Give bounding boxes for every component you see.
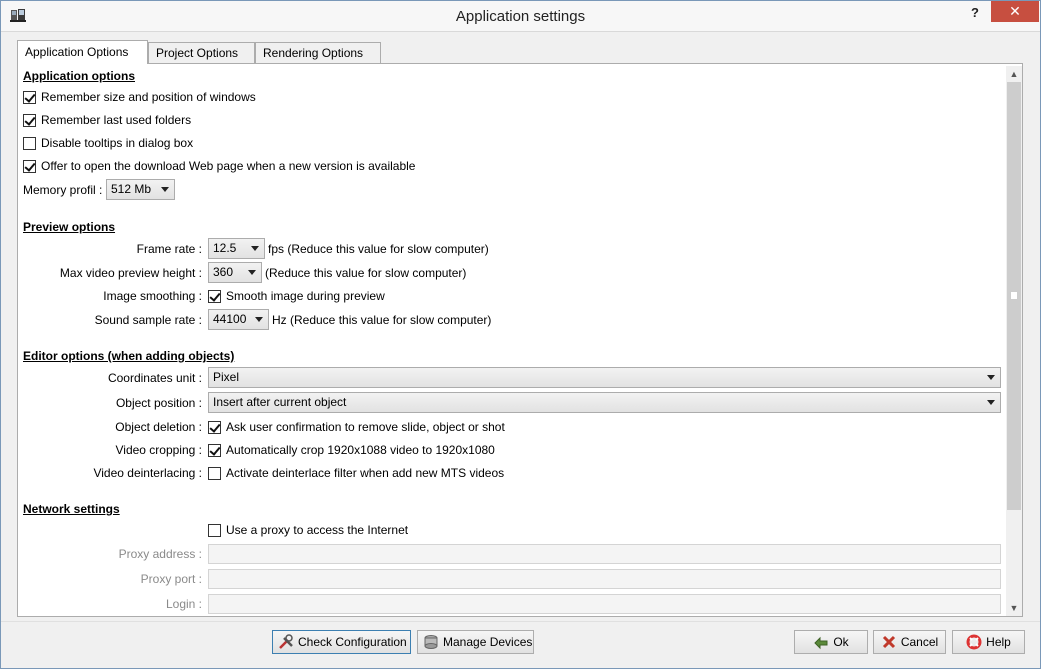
cropping-checkbox[interactable] (208, 443, 221, 457)
max-height-value: 360 (213, 265, 234, 279)
frame-rate-label: Frame rate : (136, 242, 202, 256)
remember-folders-checkbox[interactable] (23, 113, 36, 127)
help-label: Help (986, 635, 1011, 649)
manage-devices-button[interactable]: Manage Devices (417, 630, 534, 654)
cropping-option[interactable]: Automatically crop 1920x1088 video to 19… (208, 443, 495, 457)
manage-devices-label: Manage Devices (443, 635, 533, 649)
chevron-down-icon (255, 317, 263, 322)
check-configuration-button[interactable]: Check Configuration (272, 630, 411, 654)
memory-profil-select[interactable]: 512 Mb (106, 179, 175, 200)
login-label: Login : (165, 597, 202, 611)
remember-size-checkbox[interactable] (23, 90, 36, 104)
chevron-down-icon (251, 246, 259, 251)
lifebuoy-icon (966, 634, 982, 650)
proxy-port-input[interactable] (208, 569, 1001, 589)
network-settings-heading: Network settings (23, 502, 120, 516)
coordinates-value: Pixel (213, 370, 240, 384)
coordinates-label: Coordinates unit : (107, 371, 202, 385)
deinterlacing-option[interactable]: Activate deinterlace filter when add new… (208, 466, 504, 480)
tab-application-options[interactable]: Application Options (17, 40, 148, 64)
deletion-label: Object deletion : (115, 420, 202, 434)
check-configuration-label: Check Configuration (298, 635, 407, 649)
chevron-down-icon (161, 187, 169, 192)
sound-rate-select[interactable]: 44100 (208, 309, 269, 330)
vertical-scrollbar[interactable]: ▲ ▼ (1006, 66, 1022, 616)
deinterlacing-text: Activate deinterlace filter when add new… (226, 466, 505, 480)
scroll-up-icon[interactable]: ▲ (1006, 66, 1022, 82)
frame-rate-hint: fps (Reduce this value for slow computer… (268, 242, 489, 256)
ok-arrow-icon (814, 636, 828, 650)
cropping-text: Automatically crop 1920x1088 video to 19… (226, 443, 495, 457)
proxy-address-label: Proxy address : (118, 547, 202, 561)
deletion-text: Ask user confirmation to remove slide, o… (226, 420, 505, 434)
ok-button[interactable]: Ok (794, 630, 868, 654)
deinterlacing-checkbox[interactable] (208, 466, 221, 480)
memory-profil-label: Memory profil : (23, 183, 103, 197)
smoothing-label: Image smoothing : (103, 289, 202, 303)
disable-tooltips-option[interactable]: Disable tooltips in dialog box (23, 136, 193, 150)
scrollbar-grip-icon (1010, 291, 1018, 300)
deinterlacing-label: Video deinterlacing : (93, 466, 202, 480)
frame-rate-value: 12.5 (213, 241, 237, 255)
proxy-port-label: Proxy port : (140, 572, 202, 586)
sound-rate-hint: Hz (Reduce this value for slow computer) (272, 313, 492, 327)
offer-download-checkbox[interactable] (23, 159, 36, 173)
tab-project-options[interactable]: Project Options (148, 42, 255, 63)
chevron-down-icon (987, 375, 995, 380)
position-select[interactable]: Insert after current object (208, 392, 1001, 413)
scrollbar-thumb[interactable] (1007, 82, 1021, 510)
coordinates-select[interactable]: Pixel (208, 367, 1001, 388)
window-title: Application settings (455, 8, 586, 25)
tools-icon (279, 634, 293, 649)
smoothing-text: Smooth image during preview (226, 289, 385, 303)
offer-download-option[interactable]: Offer to open the download Web page when… (23, 159, 415, 173)
proxy-address-input[interactable] (208, 544, 1001, 564)
disable-tooltips-checkbox[interactable] (23, 136, 36, 150)
ok-label: Ok (833, 635, 849, 649)
deletion-checkbox[interactable] (208, 420, 221, 434)
deletion-option[interactable]: Ask user confirmation to remove slide, o… (208, 420, 505, 434)
remember-size-label: Remember size and position of windows (41, 90, 256, 104)
remember-size-option[interactable]: Remember size and position of windows (23, 90, 256, 104)
cancel-label: Cancel (900, 635, 939, 649)
memory-profil-value: 512 Mb (111, 182, 152, 196)
position-label: Object position : (115, 396, 202, 410)
max-height-label: Max video preview height : (59, 266, 202, 280)
cancel-button[interactable]: Cancel (873, 630, 946, 654)
sound-rate-label: Sound sample rate : (94, 313, 202, 327)
smoothing-option[interactable]: Smooth image during preview (208, 289, 385, 303)
offer-download-label: Offer to open the download Web page when… (41, 159, 416, 173)
position-value: Insert after current object (213, 395, 347, 409)
cropping-label: Video cropping : (115, 443, 202, 457)
chevron-down-icon (248, 270, 256, 275)
scroll-down-icon[interactable]: ▼ (1006, 600, 1022, 616)
devices-icon (424, 635, 438, 649)
close-button[interactable]: ✕ (991, 1, 1039, 22)
help-button[interactable]: Help (952, 630, 1025, 654)
chevron-down-icon (987, 400, 995, 405)
settings-panel: Application options Remember size and po… (17, 63, 1023, 617)
remember-folders-option[interactable]: Remember last used folders (23, 113, 191, 127)
sound-rate-value: 44100 (213, 312, 247, 326)
application-options-heading: Application options (23, 69, 135, 83)
max-height-select[interactable]: 360 (208, 262, 262, 283)
title-bar: Application settings ? ✕ (1, 1, 1040, 32)
title-help-button[interactable]: ? (965, 3, 985, 25)
use-proxy-option[interactable]: Use a proxy to access the Internet (208, 523, 408, 537)
disable-tooltips-label: Disable tooltips in dialog box (41, 136, 194, 150)
cancel-x-icon (882, 635, 895, 649)
use-proxy-checkbox[interactable] (208, 523, 221, 537)
dialog-footer: Check Configuration Manage Devices Ok Ca… (1, 621, 1040, 669)
settings-window: Application settings ? ✕ Application Opt… (0, 0, 1041, 669)
login-input[interactable] (208, 594, 1001, 614)
remember-folders-label: Remember last used folders (41, 113, 192, 127)
frame-rate-select[interactable]: 12.5 (208, 238, 265, 259)
tab-rendering-options[interactable]: Rendering Options (255, 42, 381, 63)
preview-options-heading: Preview options (23, 220, 116, 234)
smoothing-checkbox[interactable] (208, 289, 221, 303)
use-proxy-text: Use a proxy to access the Internet (226, 523, 409, 537)
max-height-hint: (Reduce this value for slow computer) (265, 266, 467, 280)
editor-options-heading: Editor options (when adding objects) (23, 349, 235, 363)
